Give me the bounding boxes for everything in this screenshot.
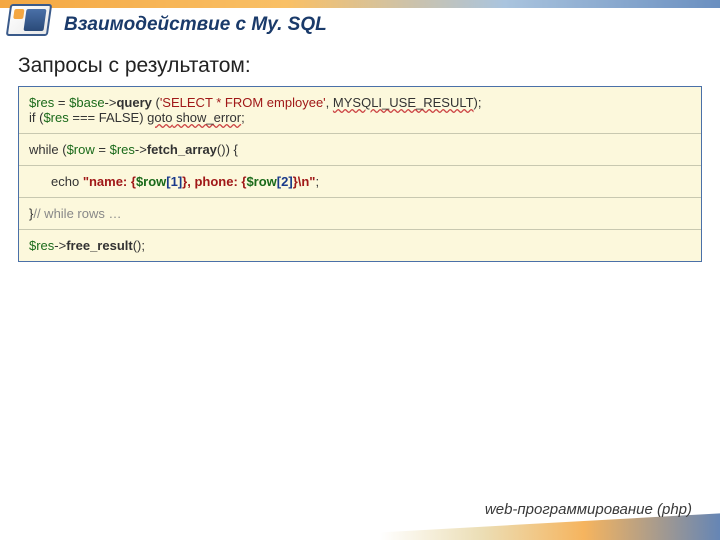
page-title: Взаимодействие с My. SQL [64, 14, 702, 36]
code-comment: // while rows … [33, 206, 121, 221]
code-text: -> [135, 142, 147, 157]
code-index: [2] [277, 174, 293, 189]
code-line: $res->free_result(); [29, 238, 691, 253]
code-string: }\n" [293, 174, 316, 189]
code-line: while ($row = $res->fetch_array()) { [29, 142, 691, 157]
code-var: $res [110, 142, 135, 157]
code-example: $res = $base->query ('SELECT * FROM empl… [18, 86, 702, 262]
code-var: $row [136, 174, 166, 189]
code-text: ( [152, 95, 160, 110]
code-text: ); [474, 95, 482, 110]
code-text: while ( [29, 142, 67, 157]
code-line: if ($res === FALSE) goto show_error; [29, 110, 691, 125]
code-string: "name: { [83, 174, 136, 189]
code-method: free_result [66, 238, 132, 253]
footer-text: web-программирование (php) [485, 501, 692, 518]
code-keyword: goto [147, 110, 172, 125]
code-label: show_error [172, 110, 241, 125]
code-line: echo "name: {$row[1]}, phone: {$row[2]}\… [29, 174, 691, 189]
code-text: ; [315, 174, 319, 189]
code-block-1: $res = $base->query ('SELECT * FROM empl… [19, 87, 701, 133]
code-var: $res [29, 238, 54, 253]
code-text: if ( [29, 110, 43, 125]
code-var: $row [67, 142, 95, 157]
code-method: query [116, 95, 151, 110]
code-text: = [95, 142, 110, 157]
code-var: $res [43, 110, 68, 125]
code-text: echo [51, 174, 83, 189]
title-bar: Взаимодействие с My. SQL [0, 8, 720, 46]
code-text: (); [133, 238, 145, 253]
code-var: $row [246, 174, 276, 189]
code-text: -> [105, 95, 117, 110]
code-text: -> [54, 238, 66, 253]
code-var: $base [69, 95, 104, 110]
code-var: $res [29, 95, 54, 110]
code-text: ; [241, 110, 245, 125]
code-index: [1] [166, 174, 182, 189]
code-string: 'SELECT * FROM employee' [160, 95, 326, 110]
code-text: , [326, 95, 333, 110]
code-text: ()) { [217, 142, 238, 157]
header-strip [0, 0, 720, 8]
code-line: $res = $base->query ('SELECT * FROM empl… [29, 95, 691, 110]
code-const: MYSQLI_USE_RESULT [333, 95, 474, 110]
code-text: = [54, 95, 69, 110]
code-string: }, phone: { [182, 174, 246, 189]
code-block-3: echo "name: {$row[1]}, phone: {$row[2]}\… [19, 166, 701, 197]
code-text: === FALSE) [69, 110, 147, 125]
code-block-4: }// while rows … [19, 198, 701, 229]
code-line: }// while rows … [29, 206, 691, 221]
logo-icon [8, 4, 56, 44]
code-block-2: while ($row = $res->fetch_array()) { [19, 134, 701, 165]
code-block-5: $res->free_result(); [19, 230, 701, 261]
code-method: fetch_array [147, 142, 217, 157]
page-subtitle: Запросы с результатом: [0, 46, 720, 84]
